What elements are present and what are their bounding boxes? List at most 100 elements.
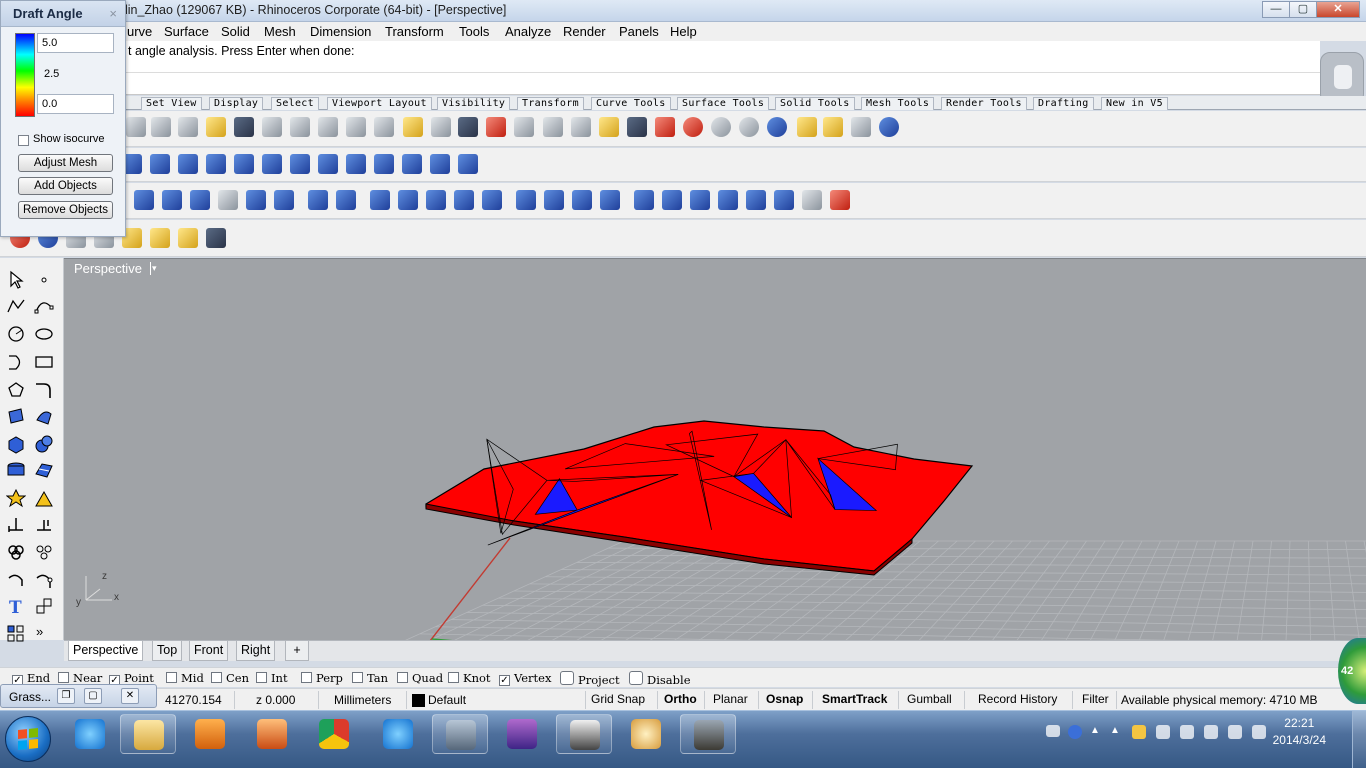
close-icon[interactable]: ✕ <box>121 688 139 704</box>
cylinder-icon[interactable] <box>318 154 338 174</box>
osnap-perp-checkbox[interactable] <box>301 672 312 683</box>
help-tray-icon[interactable] <box>1068 725 1082 739</box>
history-icon[interactable] <box>634 190 654 210</box>
osnap-near[interactable]: Near <box>58 671 102 685</box>
record-history-toggle[interactable]: Record History <box>973 690 1062 710</box>
tab-surface-tools[interactable]: Surface Tools <box>677 97 770 110</box>
mesh-tool-icon[interactable] <box>34 460 54 480</box>
options-icon[interactable] <box>823 117 843 137</box>
zoom-icon[interactable] <box>318 117 338 137</box>
point-light-icon[interactable] <box>178 228 198 248</box>
network-icon[interactable] <box>1228 725 1242 739</box>
rhino-alt-task[interactable] <box>556 714 612 754</box>
osnap-vertex[interactable]: ✓ Vertex <box>499 671 551 686</box>
viewport-canvas[interactable] <box>64 259 1366 640</box>
tab-select[interactable]: Select <box>271 97 319 110</box>
filter-toggle[interactable]: Filter <box>1077 690 1114 710</box>
fillet-edge-icon[interactable] <box>308 190 328 210</box>
rendered-sphere-icon[interactable] <box>739 117 759 137</box>
point-icon[interactable] <box>571 117 591 137</box>
ie-task[interactable] <box>370 714 426 754</box>
car-render-icon[interactable] <box>486 117 506 137</box>
copy-to-clipboard-icon[interactable] <box>126 117 146 137</box>
usb-tray-icon[interactable] <box>1204 725 1218 739</box>
zoom-window-icon[interactable] <box>346 117 366 137</box>
viewport-menu-icon[interactable]: ▾ <box>150 262 160 275</box>
menu-render[interactable]: Render <box>563 24 606 39</box>
tray-expand-icon[interactable]: ▲ <box>1090 725 1104 739</box>
maximize-icon[interactable]: ▢ <box>84 688 102 704</box>
osnap-project[interactable]: Project <box>560 671 620 687</box>
ortho-toggle[interactable]: Ortho <box>659 690 702 710</box>
move-edge-icon[interactable] <box>426 190 446 210</box>
osnap-mid[interactable]: Mid <box>166 671 204 685</box>
boolean-union-icon[interactable] <box>134 190 154 210</box>
truncated-pyramid-icon[interactable] <box>290 154 310 174</box>
osnap-int-checkbox[interactable] <box>256 672 267 683</box>
tab-transform[interactable]: Transform <box>517 97 584 110</box>
show-hidden-icon[interactable]: ▲ <box>1110 725 1124 739</box>
rotate-hole-icon[interactable] <box>600 190 620 210</box>
menu-panels[interactable]: Panels <box>619 24 659 39</box>
paraboloid-icon[interactable] <box>150 154 170 174</box>
osnap-disable[interactable]: Disable <box>629 671 691 687</box>
rhino-task[interactable] <box>432 714 488 754</box>
ungroup-icon[interactable] <box>34 542 54 562</box>
osnap-mid-checkbox[interactable] <box>166 672 177 683</box>
surface-from-points-icon[interactable] <box>6 406 26 426</box>
tab-render-tools[interactable]: Render Tools <box>941 97 1027 110</box>
slab-icon[interactable] <box>458 154 478 174</box>
menu-dimension[interactable]: Dimension <box>310 24 371 39</box>
menu-transform[interactable]: Transform <box>385 24 444 39</box>
solid-edit-icon[interactable] <box>690 190 710 210</box>
flag-icon[interactable] <box>1156 725 1170 739</box>
move-face-icon[interactable] <box>398 190 418 210</box>
boolean-intersection-icon[interactable] <box>190 190 210 210</box>
extrude-tool-icon[interactable] <box>6 460 26 480</box>
rectangle-icon[interactable] <box>34 352 54 372</box>
boolean-difference-icon[interactable] <box>162 190 182 210</box>
osnap-knot-checkbox[interactable] <box>448 672 459 683</box>
menu-analyze[interactable]: Analyze <box>505 24 551 39</box>
cone-icon[interactable] <box>206 154 226 174</box>
minimize-button[interactable]: — <box>1262 1 1290 18</box>
maximize-button[interactable]: ▢ <box>1289 1 1317 18</box>
osnap-int[interactable]: Int <box>256 671 288 685</box>
help-icon[interactable] <box>879 117 899 137</box>
osnap-cen-checkbox[interactable] <box>211 672 222 683</box>
menu-solid[interactable]: Solid <box>221 24 250 39</box>
tab-solid-tools[interactable]: Solid Tools <box>775 97 855 110</box>
panel-icon[interactable] <box>206 228 226 248</box>
shield-icon[interactable] <box>1132 725 1146 739</box>
monitor-icon[interactable] <box>1180 725 1194 739</box>
adjust-mesh-button[interactable]: Adjust Mesh <box>18 154 113 172</box>
solid-tools-icon[interactable] <box>718 190 738 210</box>
layer-color-swatch[interactable] <box>412 694 425 707</box>
surface-tools-icon[interactable] <box>34 406 54 426</box>
delete-solid-icon[interactable] <box>830 190 850 210</box>
chamfer-edge-icon[interactable] <box>336 190 356 210</box>
ie-pinned[interactable] <box>62 714 118 754</box>
more-tools-icon[interactable]: » <box>36 624 56 644</box>
object-properties-icon[interactable] <box>543 117 563 137</box>
color-wheel-icon[interactable] <box>683 117 703 137</box>
keyboard-icon[interactable] <box>1046 725 1060 737</box>
spotlight-icon[interactable] <box>150 228 170 248</box>
undo-icon[interactable] <box>234 117 254 137</box>
osnap-toggle[interactable]: Osnap <box>761 690 808 710</box>
restore-icon[interactable]: ❐ <box>57 688 75 704</box>
start-button[interactable] <box>5 716 51 762</box>
pipe-icon[interactable] <box>374 154 394 174</box>
move-untrimmed-edge-icon[interactable] <box>516 190 536 210</box>
array-icon[interactable] <box>6 624 26 644</box>
menu-mesh[interactable]: Mesh <box>264 24 296 39</box>
four-viewports-icon[interactable] <box>458 117 478 137</box>
extrude-icon[interactable] <box>430 154 450 174</box>
osnap-quad[interactable]: Quad <box>397 671 443 685</box>
cone-truncated-icon[interactable] <box>178 154 198 174</box>
shell-icon[interactable] <box>662 190 682 210</box>
system-clock[interactable]: 22:21 2014/3/24 <box>1273 715 1326 749</box>
rotate-view-icon[interactable] <box>290 117 310 137</box>
light-bulb-icon[interactable] <box>599 117 619 137</box>
viewport-title[interactable]: Perspective <box>74 261 142 276</box>
